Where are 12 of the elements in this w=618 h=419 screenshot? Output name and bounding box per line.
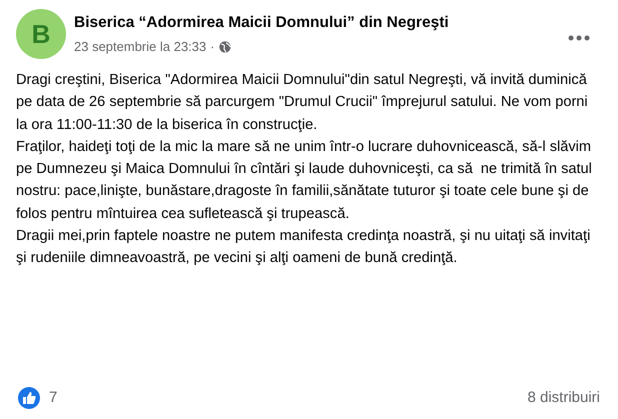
shares-count[interactable]: 8 distribuiri	[527, 386, 600, 409]
like-icon[interactable]	[18, 386, 40, 409]
post-paragraph: Dragii mei,prin faptele noastre ne putem manifesta credinţa noastră, şi nu uitaţi să invitaţi şi rudeniile dimneavoastră, pe vecini şi alţi oameni de bună credinţă.	[16, 227, 592, 268]
post-paragraph: Fraţilor, haideţi toţi de la mic la mare să ne unim într-o lucrare duhovnicească, să-l slăvim pe Dumnezeu şi Maica Domnului în cîntări şi laude duhovniceşti, ca să ne trimită în satul nostru: pace,linişte, bunăstare,dragoste în familii,sănătate tuturor şi toate cele bune şi de folos pentru mîntuirea cea sufletească şi trupească.	[16, 138, 593, 224]
reaction-count[interactable]: 7	[49, 386, 58, 409]
globe-icon	[218, 40, 231, 53]
post-paragraph: Dragi creştini, Biserica "Adormirea Maicii Domnului"din satul Negreşti, vă invită duminică pe data de 26 septembrie să parcurgem "Drumul Crucii" împrejurul satului. Ne vom porni la ora 11:00-11:30 de la biserica în construcţie.	[16, 71, 589, 135]
avatar[interactable]: B	[16, 9, 66, 59]
post-time[interactable]: 23 septembrie la 23:33	[74, 37, 206, 56]
separator: ·	[210, 38, 215, 56]
author-name[interactable]: Biserica “Adormirea Maicii Domnului” din Negreşti	[74, 13, 560, 33]
more-options-icon[interactable]	[568, 35, 590, 41]
